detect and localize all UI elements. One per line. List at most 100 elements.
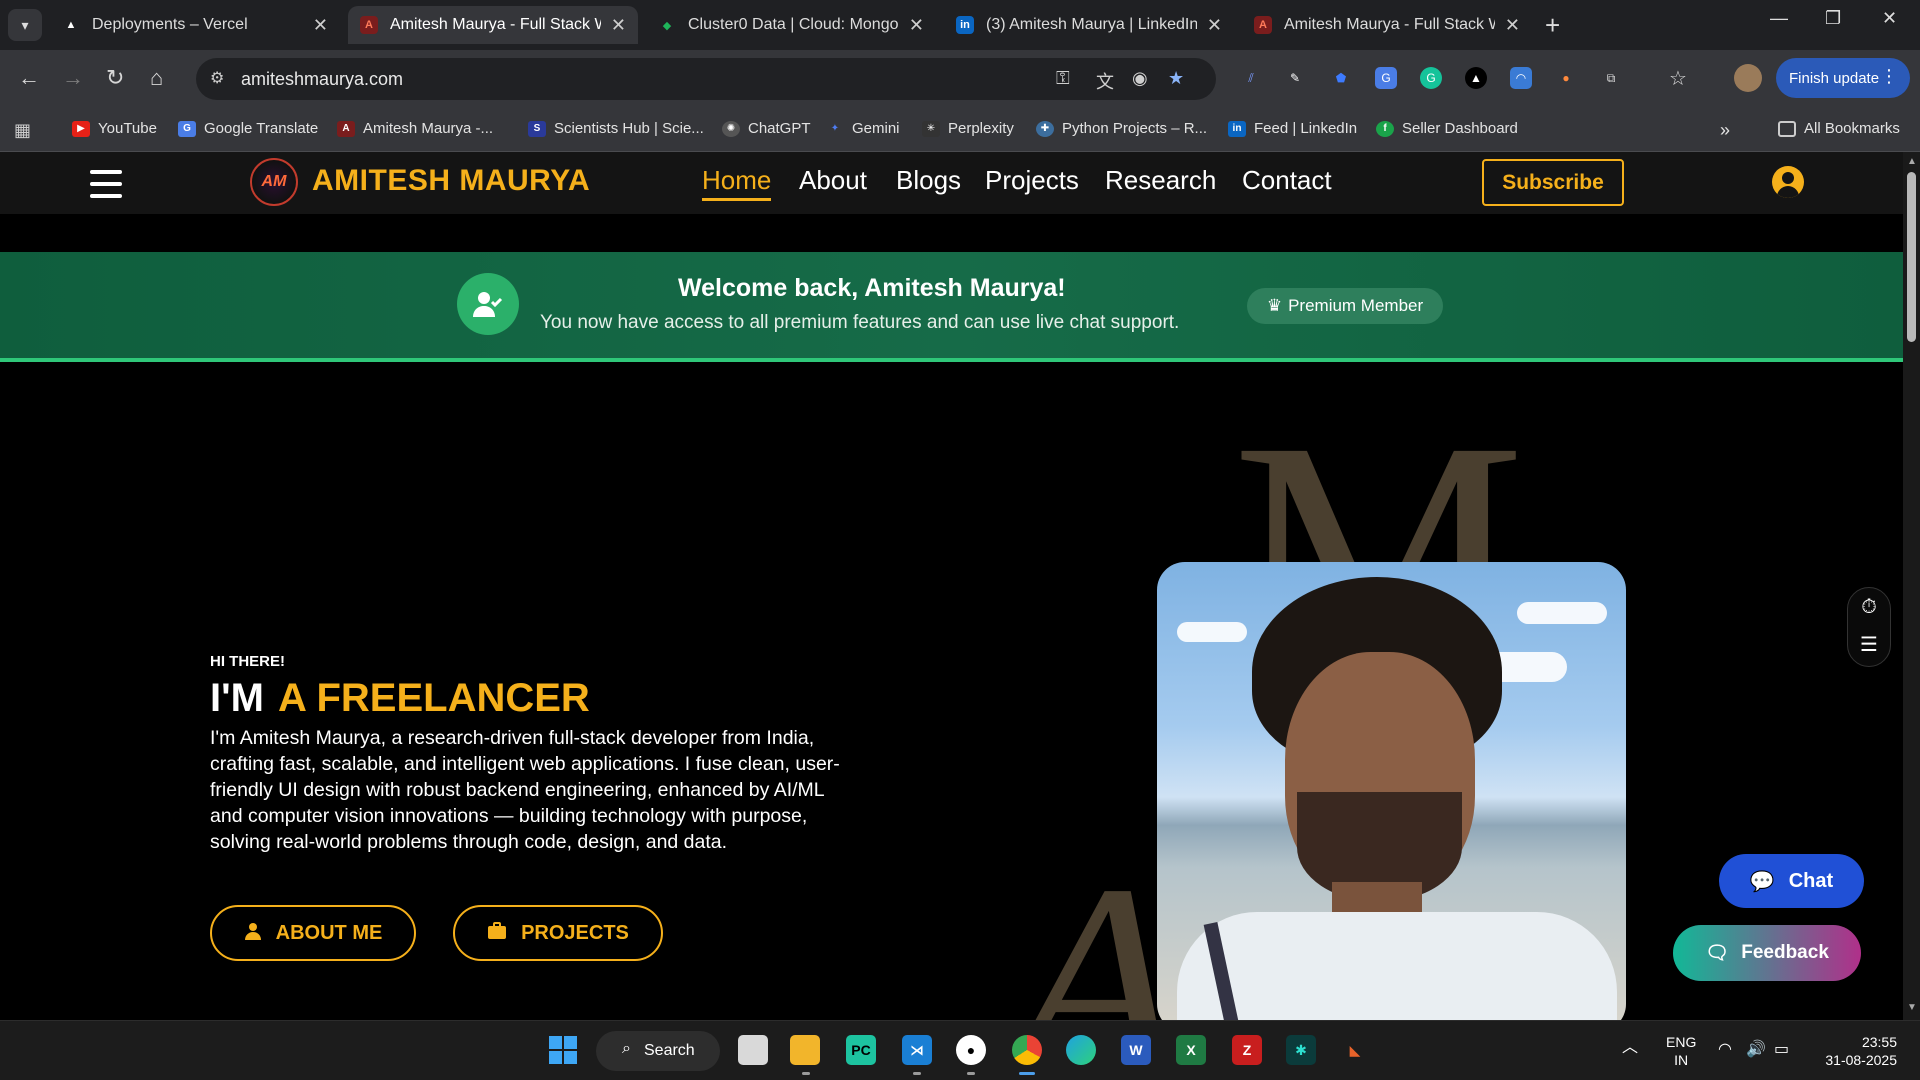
file-explorer-icon[interactable] <box>790 1035 820 1065</box>
bookmark-amitesh[interactable]: A Amitesh Maurya -... <box>337 120 493 137</box>
address-bar[interactable]: ⚙ amiteshmaurya.com ⚿ 文 ◉ ★ <box>196 58 1216 100</box>
extension-icon[interactable]: ⬟ <box>1330 67 1352 89</box>
clock[interactable]: 23:55 31-08-2025 <box>1817 1033 1897 1069</box>
analytics-extension-icon[interactable]: ⫽ <box>1240 67 1262 89</box>
eye-icon[interactable]: ◉ <box>1132 68 1148 89</box>
home-button[interactable]: ⌂ <box>150 65 163 91</box>
hamburger-menu-icon[interactable] <box>90 170 122 198</box>
subscribe-button[interactable]: Subscribe <box>1482 159 1624 206</box>
language-indicator[interactable]: ENG IN <box>1666 1033 1696 1069</box>
chrome-icon[interactable] <box>1012 1035 1042 1065</box>
site-logo[interactable]: AM <box>250 158 298 206</box>
vscode-icon[interactable]: ⋊ <box>902 1035 932 1065</box>
app-icon[interactable]: ✱ <box>1286 1035 1316 1065</box>
web-extension-icon[interactable]: ◠ <box>1510 67 1532 89</box>
scroll-down-arrow-icon[interactable]: ▼ <box>1907 1002 1917 1013</box>
taskbar-search[interactable]: ⌕ Search <box>596 1031 720 1071</box>
word-icon[interactable]: W <box>1121 1035 1151 1065</box>
scrollbar-thumb[interactable] <box>1907 172 1916 342</box>
nav-contact[interactable]: Contact <box>1242 165 1332 196</box>
bookmark-label: Seller Dashboard <box>1402 120 1518 137</box>
page-scrollbar[interactable]: ▲ ▼ <box>1903 152 1920 1020</box>
extensions-puzzle-icon[interactable]: ⧉ <box>1600 67 1622 89</box>
apps-grid-icon[interactable]: ▦ <box>14 120 31 141</box>
back-button[interactable]: ← <box>18 65 40 91</box>
forward-button[interactable]: → <box>62 65 84 91</box>
browser-tab[interactable]: ▲ Deployments – Vercel ✕ <box>50 6 340 44</box>
volume-icon[interactable]: 🔊 <box>1746 1041 1766 1059</box>
close-tab-icon[interactable]: ✕ <box>1505 15 1520 36</box>
translate-icon: G <box>178 120 196 137</box>
close-tab-icon[interactable]: ✕ <box>313 15 328 36</box>
ember-extension-icon[interactable]: ● <box>1555 67 1577 89</box>
all-bookmarks-button[interactable]: All Bookmarks <box>1778 120 1900 137</box>
translate-page-icon[interactable]: 文 <box>1096 68 1114 94</box>
close-tab-icon[interactable]: ✕ <box>611 15 626 36</box>
bookmark-chatgpt[interactable]: ✺ ChatGPT <box>722 120 811 137</box>
chat-label: Chat <box>1788 869 1834 892</box>
welcome-banner: Welcome back, Amitesh Maurya! You now ha… <box>0 252 1903 362</box>
bookmark-google-translate[interactable]: G Google Translate <box>178 120 318 137</box>
bookmark-star-icon[interactable]: ★ <box>1168 68 1184 89</box>
task-view-icon[interactable] <box>738 1035 768 1065</box>
bookmark-python-projects[interactable]: ✚ Python Projects – R... <box>1036 120 1207 137</box>
minimize-button[interactable]: — <box>1770 8 1788 29</box>
tab-title: Cluster0 Data | Cloud: MongoDB <box>688 16 899 33</box>
profile-avatar[interactable] <box>1734 64 1762 92</box>
google-translate-extension-icon[interactable]: G <box>1375 67 1397 89</box>
site-brand-name[interactable]: AMITESH MAURYA <box>312 164 590 198</box>
site-info-icon[interactable]: ⚙ <box>210 68 224 88</box>
windows-start-icon[interactable] <box>548 1035 578 1065</box>
color-picker-extension-icon[interactable]: ✎ <box>1284 67 1306 89</box>
bookmark-scientists-hub[interactable]: S Scientists Hub | Scie... <box>528 120 704 137</box>
more-bookmarks-icon[interactable]: » <box>1720 120 1730 141</box>
browser-tab-active[interactable]: A Amitesh Maurya - Full Stack We ✕ <box>348 6 638 44</box>
timer-icon[interactable]: ⏱ <box>1848 588 1890 626</box>
bookmark-youtube[interactable]: ▶ YouTube <box>72 120 157 137</box>
password-key-icon[interactable]: ⚿ <box>1056 68 1070 89</box>
nav-research[interactable]: Research <box>1105 165 1216 196</box>
pycharm-icon[interactable]: PC <box>846 1035 876 1065</box>
matlab-icon[interactable]: ◣ <box>1340 1035 1370 1065</box>
show-hidden-icons-icon[interactable]: ︿ <box>1622 1039 1638 1057</box>
bookmark-linkedin-feed[interactable]: in Feed | LinkedIn <box>1228 120 1357 137</box>
battery-icon[interactable]: ▭ <box>1774 1041 1789 1059</box>
reading-list-icon[interactable]: ☆ <box>1667 67 1689 90</box>
close-tab-icon[interactable]: ✕ <box>909 15 924 36</box>
more-menu-icon[interactable]: ⋮ <box>1880 66 1898 87</box>
feedback-button[interactable]: 🗨 Feedback <box>1673 925 1861 981</box>
url-text[interactable]: amiteshmaurya.com <box>241 69 403 90</box>
close-tab-icon[interactable]: ✕ <box>1207 15 1222 36</box>
chat-button[interactable]: 💬 Chat <box>1719 854 1864 908</box>
edge-icon[interactable] <box>1066 1035 1096 1065</box>
reload-button[interactable]: ↻ <box>106 65 124 91</box>
nav-projects[interactable]: Projects <box>985 165 1079 196</box>
grammarly-extension-icon[interactable]: G <box>1420 67 1442 89</box>
comments-icon: 🗨 <box>1705 943 1730 964</box>
bookmark-gemini[interactable]: ✦ Gemini <box>826 120 900 137</box>
browser-tab[interactable]: A Amitesh Maurya - Full Stack We ✕ <box>1242 6 1532 44</box>
scroll-up-arrow-icon[interactable]: ▲ <box>1907 156 1917 167</box>
github-desktop-icon[interactable]: ● <box>956 1035 986 1065</box>
user-account-icon[interactable] <box>1772 166 1804 198</box>
about-me-button[interactable]: ABOUT ME <box>210 905 416 961</box>
new-tab-button[interactable]: + <box>1545 10 1560 41</box>
excel-icon[interactable]: X <box>1176 1035 1206 1065</box>
bookmark-perplexity[interactable]: ✳ Perplexity <box>922 120 1014 137</box>
finish-update-button[interactable]: Finish update ⋮ <box>1776 58 1910 98</box>
list-menu-icon[interactable]: ☰ <box>1848 626 1890 664</box>
clock-time: 23:55 <box>1861 1034 1897 1050</box>
nav-blogs[interactable]: Blogs <box>896 165 961 196</box>
filezilla-icon[interactable]: Z <box>1232 1035 1262 1065</box>
nav-home[interactable]: Home <box>702 165 772 201</box>
restore-button[interactable]: ❐ <box>1825 8 1841 29</box>
bookmark-seller-dashboard[interactable]: f Seller Dashboard <box>1376 120 1518 137</box>
nav-about[interactable]: About <box>799 165 867 196</box>
vercel-extension-icon[interactable]: ▲ <box>1465 67 1487 89</box>
browser-tab[interactable]: ◆ Cluster0 Data | Cloud: MongoDB ✕ <box>646 6 936 44</box>
browser-tab[interactable]: in (3) Amitesh Maurya | LinkedIn ✕ <box>944 6 1234 44</box>
wifi-icon[interactable]: ◠ <box>1718 1041 1732 1059</box>
tab-search-button[interactable]: ▾ <box>8 9 42 41</box>
close-window-button[interactable]: ✕ <box>1882 8 1897 29</box>
projects-button[interactable]: PROJECTS <box>453 905 663 961</box>
